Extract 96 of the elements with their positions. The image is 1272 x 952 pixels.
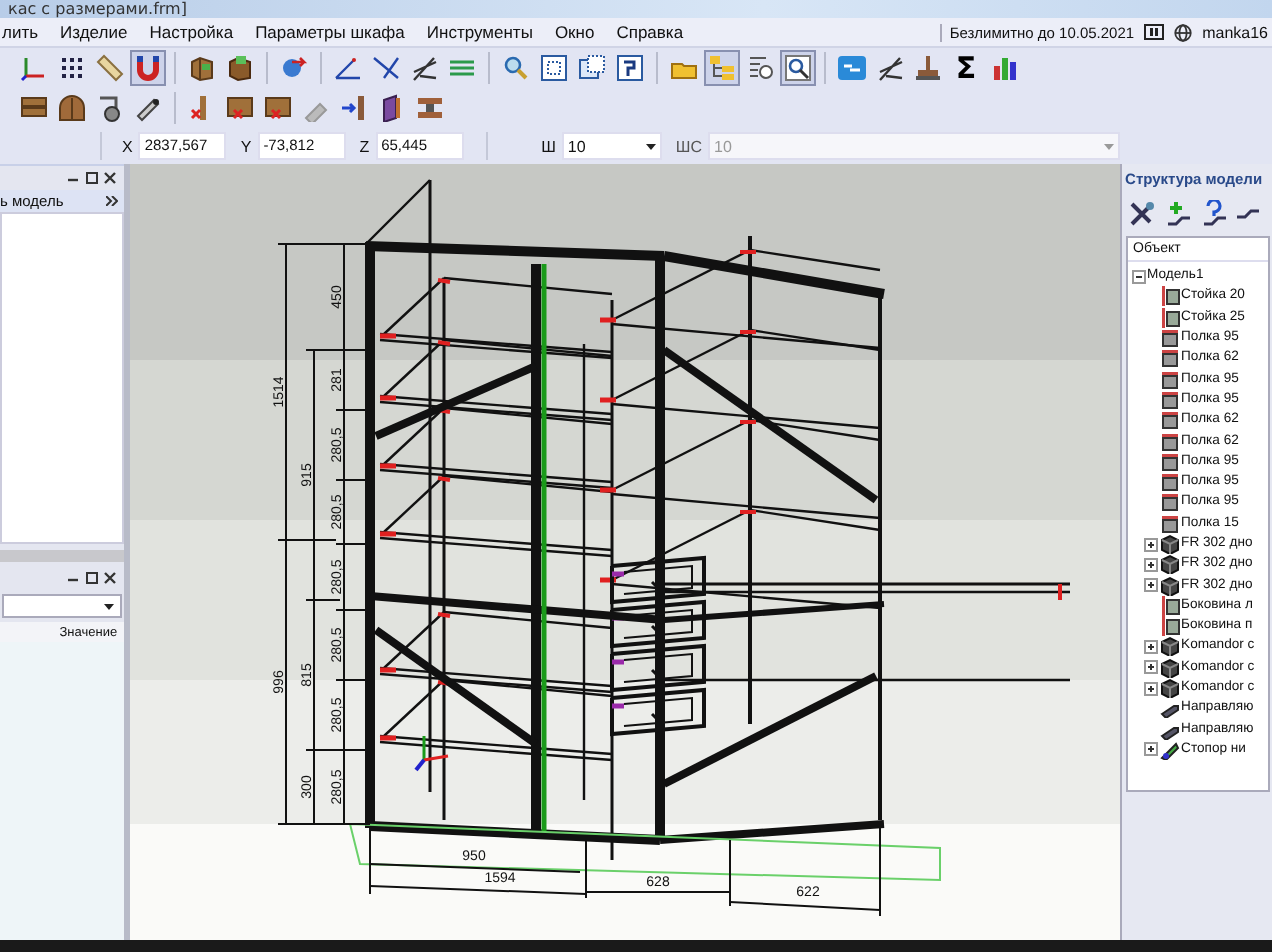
shelf-icon [1159, 389, 1180, 410]
search-icon [784, 54, 812, 82]
toolbar-button[interactable] [54, 90, 90, 126]
list-icon [746, 54, 774, 82]
magnet-icon [134, 54, 162, 82]
cube-icon [1159, 554, 1180, 575]
close-icon[interactable] [103, 172, 116, 184]
shelf-icon [1159, 431, 1180, 452]
caret-icon [645, 143, 656, 149]
grid-icon [58, 54, 86, 82]
arrow-panel-icon [340, 94, 368, 122]
menu-item[interactable]: Справка [614, 22, 686, 42]
panel-icon [1159, 307, 1180, 328]
stamp-icon [914, 54, 942, 82]
shelf-icon [1159, 513, 1180, 534]
axis-label: Z [359, 137, 370, 155]
user-name[interactable]: manka16 [1202, 23, 1268, 41]
panel-icon [1159, 286, 1180, 307]
close-icon[interactable] [103, 572, 116, 584]
magnifier-icon [502, 54, 530, 82]
caret-icon [103, 603, 114, 609]
globe-arrow-icon [280, 54, 308, 82]
crossing-lines-icon [372, 54, 400, 82]
axis-label: Y [240, 137, 252, 155]
clamp-icon [416, 94, 444, 122]
menu-item[interactable]: лить [0, 22, 41, 42]
field-label: ШС [675, 137, 703, 155]
toolbar-button[interactable] [130, 50, 166, 86]
expand-icon[interactable] [1143, 639, 1158, 654]
menu-item[interactable]: Параметры шкафа [253, 22, 407, 42]
shelf-icon [1159, 492, 1180, 513]
shelf-icon [1159, 328, 1180, 349]
panel-icon [378, 94, 406, 122]
panel-icon [1159, 616, 1180, 637]
expand-icon[interactable] [1143, 537, 1158, 551]
add-node-icon [1163, 199, 1192, 227]
maximize-icon[interactable] [85, 172, 98, 184]
maximize-icon[interactable] [85, 572, 98, 584]
pause-icon [1144, 24, 1165, 40]
scissors-icon [876, 54, 904, 82]
cabinet-icon [226, 54, 254, 82]
field-label: Ш [541, 137, 556, 155]
expand-icon[interactable] [1143, 557, 1158, 572]
shelf-icon [1159, 348, 1180, 369]
cube-icon [1159, 534, 1180, 554]
bar-chart-icon [990, 54, 1018, 82]
panel-delete-icon [264, 94, 292, 122]
cube-icon [1159, 678, 1180, 699]
cube-icon [1159, 575, 1180, 596]
toolbar-button[interactable]: Σ [948, 50, 984, 86]
expand-icon[interactable] [1143, 681, 1158, 696]
expand-icon[interactable] [1143, 660, 1158, 675]
tube-icon [134, 94, 162, 122]
shelf-icon [1159, 472, 1180, 493]
shelf-icon [1159, 451, 1180, 472]
help-node-icon [1199, 199, 1228, 227]
link-icon [838, 54, 866, 82]
menu-item[interactable]: Настройка [147, 22, 236, 42]
menu-item[interactable]: Окно [552, 22, 597, 42]
cube-icon [1159, 636, 1180, 657]
cabinet-icon [188, 54, 216, 82]
panel-delete-icon [226, 94, 254, 122]
caret-icon [1104, 143, 1115, 149]
ruler-icon [96, 54, 124, 82]
node-link-icon [1235, 207, 1260, 219]
window-title: кас с размерами.frm] [6, 0, 187, 18]
cube-icon [1159, 657, 1180, 678]
chevron-icon[interactable] [105, 196, 118, 206]
shelf-icon [1159, 410, 1180, 431]
pause-button[interactable] [1144, 24, 1165, 40]
collapse-icon[interactable] [1131, 269, 1146, 284]
menu-item[interactable]: Изделие [58, 22, 130, 42]
tree-icon [708, 54, 736, 82]
menu-item[interactable]: Инструменты [424, 22, 535, 42]
scissors-icon [410, 54, 438, 82]
arch-icon [58, 94, 86, 122]
wheel-icon [96, 94, 124, 122]
zoom-frame-icon [578, 54, 606, 82]
panel-icon [1159, 595, 1180, 616]
drawer-stack-icon [20, 94, 48, 122]
scrollbar[interactable] [0, 550, 124, 562]
expand-icon[interactable] [1143, 578, 1158, 593]
globe-icon[interactable] [1174, 23, 1193, 41]
toolbar-button[interactable] [612, 50, 648, 86]
toolbar-button[interactable] [780, 50, 816, 86]
toolbar-button[interactable] [536, 50, 572, 86]
width-dropdown[interactable]: 10 [561, 132, 662, 160]
expand-icon[interactable] [1143, 742, 1158, 757]
shelf-icon [1159, 369, 1180, 390]
axis-label: X [122, 137, 133, 155]
toolbar-button[interactable] [910, 50, 946, 86]
angle-icon [334, 54, 362, 82]
zoom-frame-icon [540, 54, 568, 82]
zoom-frame-icon [616, 54, 644, 82]
tools-icon [1127, 199, 1156, 227]
axes-icon [20, 54, 48, 82]
